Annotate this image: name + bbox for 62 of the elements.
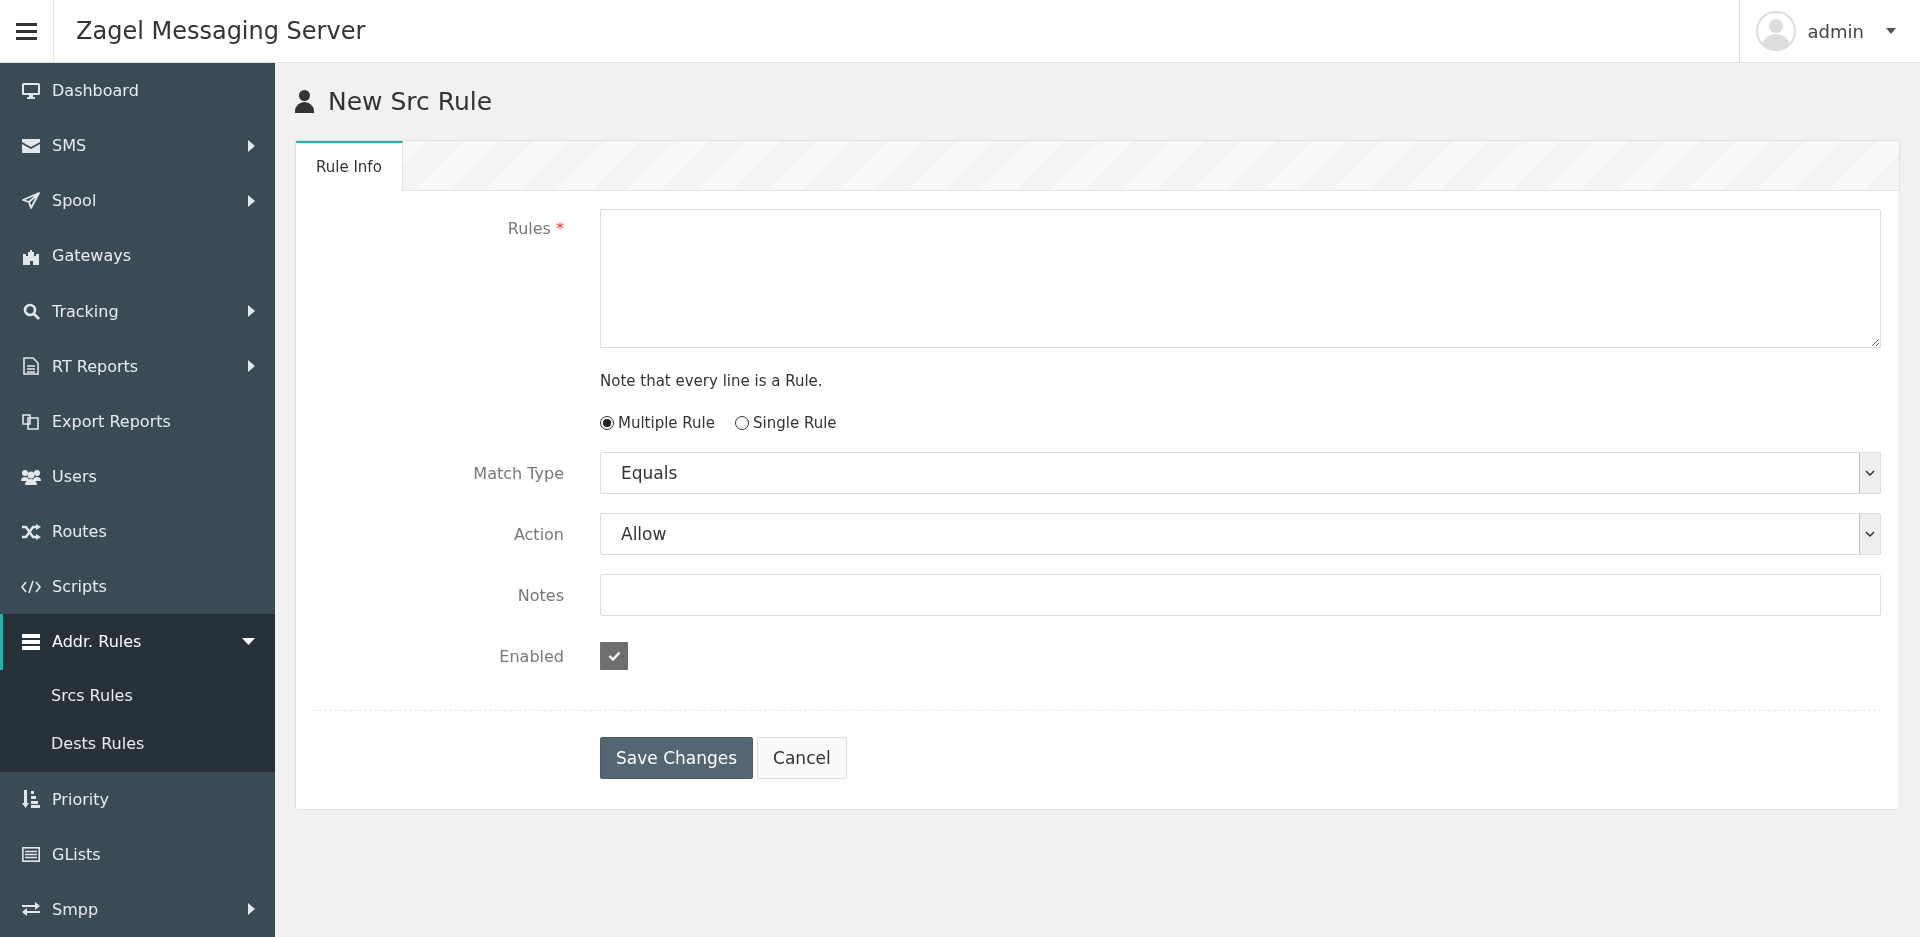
action-select[interactable]: Allow — [600, 513, 1881, 555]
monitor-icon — [22, 82, 40, 99]
save-button[interactable]: Save Changes — [600, 737, 754, 779]
tab[interactable]: Rule Info — [296, 141, 403, 191]
envelope-icon — [22, 138, 40, 153]
menu-icon — [16, 22, 37, 40]
radio-button[interactable] — [735, 416, 749, 430]
enabled-checkbox[interactable] — [600, 642, 628, 670]
user-icon — [295, 90, 314, 113]
rules-label: Rules * — [507, 218, 564, 238]
caret-right-icon — [248, 360, 255, 373]
document-icon — [23, 357, 39, 376]
radio-option[interactable]: Single Rule — [735, 414, 837, 432]
sidebar-item[interactable]: Routes — [0, 504, 275, 560]
code-icon — [21, 579, 41, 594]
radio-option[interactable]: Multiple Rule — [600, 414, 715, 432]
caret-icon[interactable] — [1886, 28, 1896, 34]
sidebar-item[interactable]: Spool — [0, 173, 275, 229]
enabled-label: Enabled — [499, 646, 564, 666]
sidebar-item[interactable]: Tracking — [0, 283, 275, 339]
users-icon — [21, 468, 41, 485]
caret-right-icon — [248, 305, 255, 318]
sidebar-item[interactable]: Priority — [0, 771, 275, 827]
sort-icon — [22, 790, 40, 809]
checkmark-icon — [607, 651, 621, 661]
submenu-item[interactable]: Srcs Rules — [0, 671, 275, 720]
search-icon — [22, 302, 40, 320]
radio-button[interactable] — [600, 416, 614, 430]
caret-down-icon — [242, 638, 255, 646]
sidebar-item[interactable]: GLists — [0, 826, 275, 882]
paper-plane-icon — [22, 191, 40, 210]
copy-icon — [22, 412, 40, 431]
notes-label: Notes — [517, 585, 564, 605]
chevron-down-icon — [1865, 531, 1875, 537]
chevron-down-icon — [1865, 470, 1875, 476]
shuffle-icon — [21, 523, 41, 540]
sidebar-item[interactable]: Dashboard — [0, 63, 275, 119]
sidebar-item[interactable]: Export Reports — [0, 393, 275, 449]
action-label: Action — [513, 524, 564, 544]
list-icon — [22, 846, 40, 862]
match-type-label: Match Type — [473, 463, 564, 483]
sidebar-item[interactable]: SMS — [0, 118, 275, 174]
sidebar-item[interactable]: Smpp — [0, 881, 275, 937]
cancel-button[interactable]: Cancel — [757, 737, 847, 779]
sidebar-item[interactable]: Users — [0, 449, 275, 505]
sidebar-item[interactable]: RT Reports — [0, 338, 275, 394]
castle-icon — [22, 247, 40, 265]
submenu-item[interactable]: Dests Rules — [0, 719, 275, 768]
sidebar-item[interactable]: Addr. Rules — [0, 614, 275, 670]
caret-right-icon — [248, 139, 255, 152]
notes-input[interactable] — [600, 574, 1881, 616]
app-title: Zagel Messaging Server — [76, 17, 367, 45]
caret-right-icon — [248, 903, 255, 916]
rules-note: Note that every line is a Rule. — [600, 372, 824, 390]
sidebar-item[interactable]: Gateways — [0, 228, 275, 284]
sidebar-item[interactable]: Scripts — [0, 559, 275, 615]
page-title: New Src Rule — [328, 87, 493, 116]
server-icon — [22, 633, 40, 650]
exchange-icon — [22, 902, 40, 917]
caret-right-icon — [248, 194, 255, 207]
match-type-select[interactable]: Equals — [600, 452, 1881, 494]
user-name[interactable]: admin — [1807, 20, 1864, 42]
